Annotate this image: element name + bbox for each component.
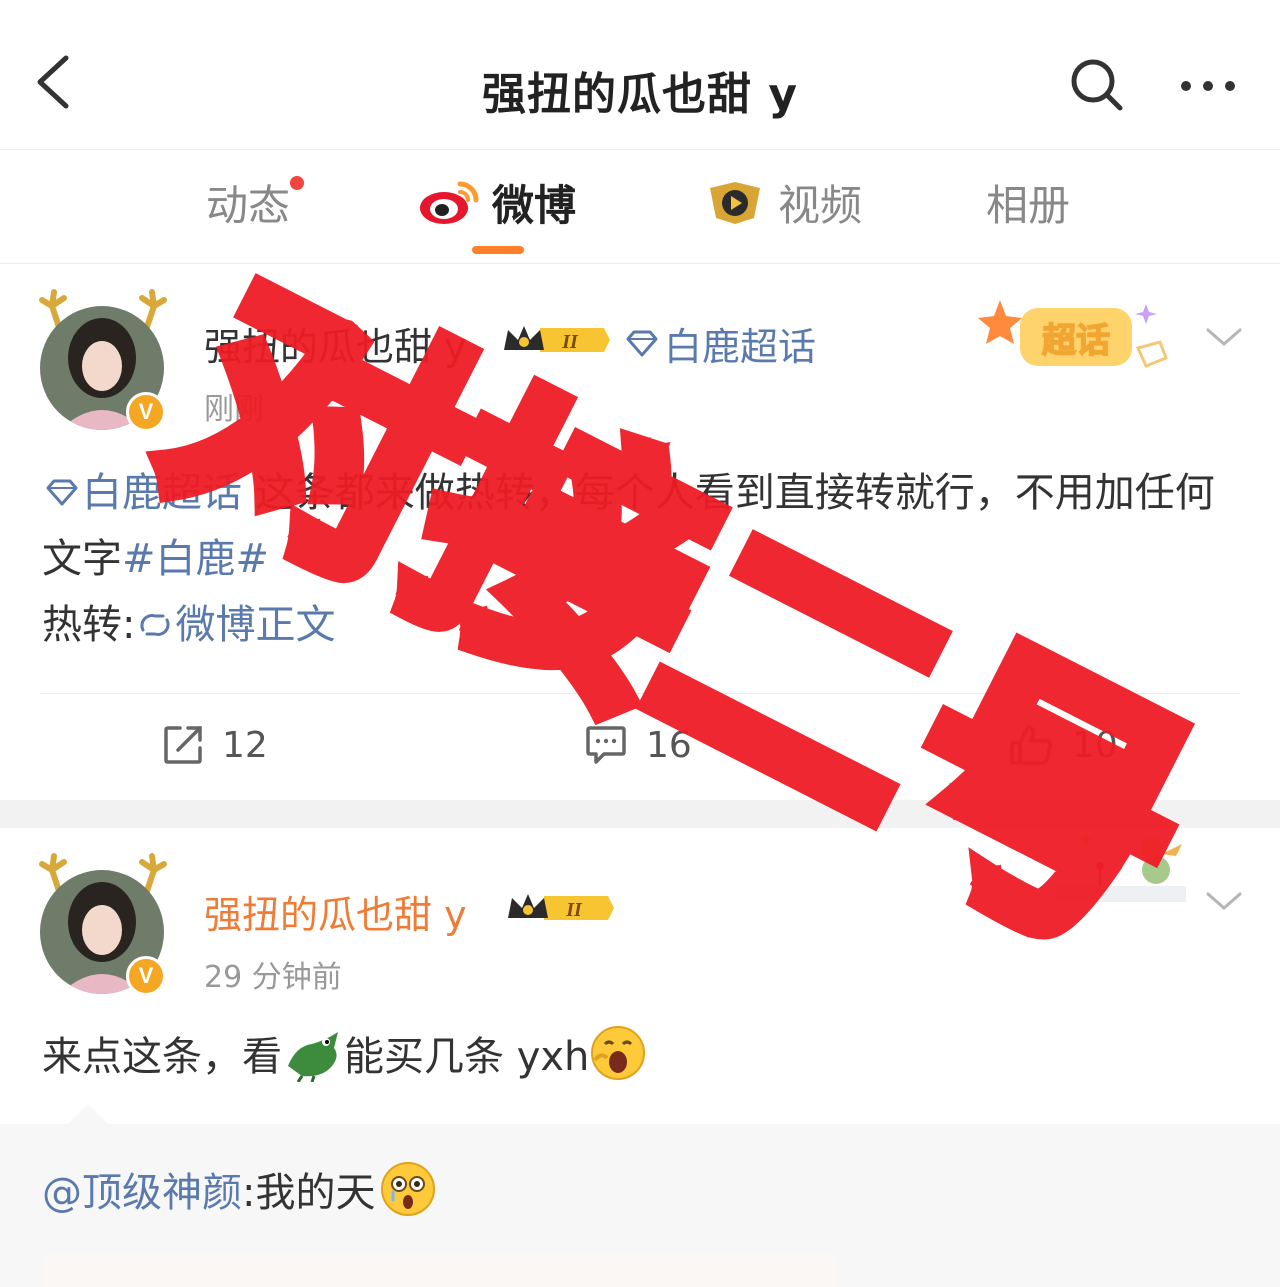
tab-label: 相册: [986, 180, 1071, 230]
more-icon: [1181, 81, 1235, 91]
post-text-prefix: 热转:: [42, 602, 136, 648]
level-badge-text: II: [565, 899, 583, 921]
crocodile-emoji-icon: [288, 1032, 338, 1083]
post-author-name[interactable]: 强扭的瓜也甜 y: [204, 884, 467, 939]
diamond-icon: [626, 330, 658, 356]
level-crown-badge-icon: II: [504, 326, 610, 353]
post-author-name[interactable]: 强扭的瓜也甜 y: [204, 316, 467, 371]
mention-link[interactable]: @顶级神颜: [42, 1160, 242, 1218]
shocked-face-emoji-icon: [381, 1162, 436, 1216]
post-separator: [0, 800, 1280, 828]
search-icon: [1071, 59, 1123, 111]
post-menu-chevron-icon[interactable]: [1204, 322, 1244, 352]
repost-button[interactable]: 12: [162, 722, 268, 768]
repost-text: :我的天: [242, 1170, 376, 1216]
post-body: 白鹿超话 这条都来做热转，每个人看到直接转就行，不用加任何文字#白鹿# 热转: 微…: [42, 460, 1242, 658]
sticker-text: 超话: [1042, 321, 1110, 361]
topic-link-inline[interactable]: 白鹿超话: [42, 470, 242, 516]
post-time: 29 分钟前: [204, 960, 342, 995]
little-prince-decoration-icon: [1056, 834, 1186, 902]
repost-pointer: [66, 1104, 110, 1126]
topic-label: 白鹿超话: [664, 325, 817, 369]
notification-dot: [290, 176, 305, 190]
verified-badge-icon: V: [126, 392, 166, 432]
repost-content: @顶级神颜:我的天: [42, 1160, 437, 1218]
link-icon: [140, 614, 171, 636]
verified-badge-icon: V: [126, 956, 166, 996]
active-tab-indicator: [472, 246, 524, 254]
post-time: 刚刚: [204, 392, 264, 427]
weibo-logo-icon: [420, 181, 479, 224]
tab-weibo[interactable]: 微博: [418, 172, 576, 232]
tab-label: 视频: [778, 180, 863, 230]
post-text: 能买几条 yxh: [344, 1034, 590, 1080]
hashtag-link[interactable]: #白鹿#: [122, 536, 269, 582]
weibo-text-link[interactable]: 微博正文: [135, 602, 335, 648]
yawning-face-emoji-icon: [591, 1026, 646, 1080]
more-button[interactable]: [1178, 66, 1238, 106]
link-label: 微博正文: [175, 602, 336, 648]
post-menu-chevron-icon[interactable]: [1204, 886, 1244, 916]
thumbs-up-icon: [1010, 725, 1052, 765]
like-button[interactable]: 10: [1008, 722, 1118, 768]
comment-count: 16: [646, 724, 692, 766]
comment-icon: [586, 726, 626, 764]
post-body: 来点这条，看 能买几条 yxh: [42, 1024, 647, 1090]
tab-dynamics[interactable]: 动态: [206, 172, 305, 232]
comment-button[interactable]: 16: [584, 722, 692, 768]
top-bar: 强扭的瓜也甜 y: [0, 0, 1280, 150]
topic-label: 白鹿超话: [82, 470, 242, 516]
profile-tabs: 动态 微博 视频 相册: [0, 150, 1280, 264]
tab-label: 微博: [492, 180, 577, 230]
tab-video[interactable]: 视频: [704, 172, 862, 232]
topic-link[interactable]: 白鹿超话: [624, 316, 816, 371]
super-topic-sticker-icon[interactable]: 超话: [976, 296, 1172, 384]
search-button[interactable]: [1068, 56, 1126, 114]
like-count: 10: [1072, 724, 1118, 766]
divider: [40, 693, 1240, 694]
level-badge-text: II: [561, 331, 579, 353]
video-play-icon: [710, 182, 760, 224]
repost-icon: [164, 726, 202, 764]
level-crown-badge-icon: II: [508, 894, 614, 921]
tab-label: 动态: [206, 180, 291, 230]
repost-image[interactable]: [42, 1254, 838, 1287]
post-text: 来点这条，看: [42, 1034, 282, 1080]
diamond-icon: [46, 479, 78, 506]
tab-album[interactable]: 相册: [986, 172, 1070, 232]
repost-count: 12: [222, 724, 268, 766]
